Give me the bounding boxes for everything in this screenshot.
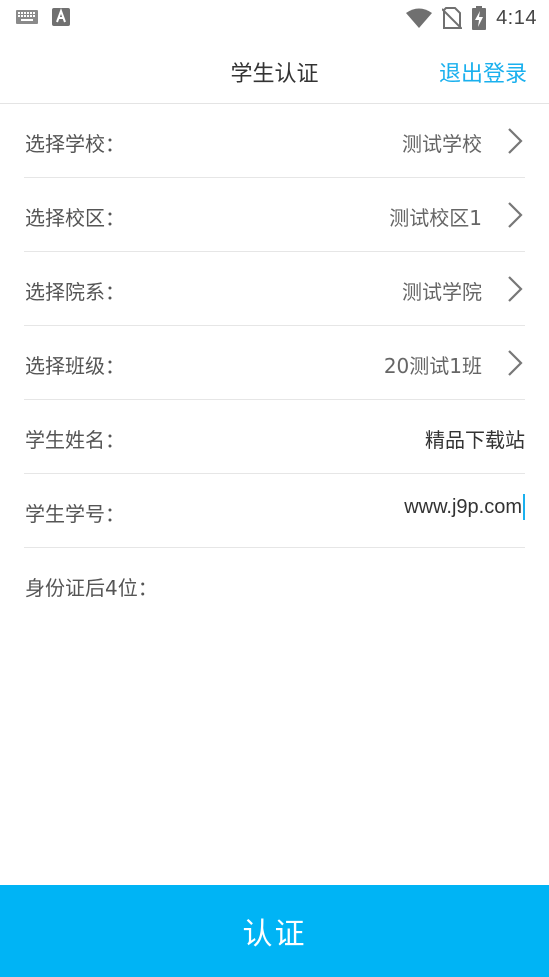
header: 学生认证 退出登录 bbox=[0, 38, 549, 104]
chevron-right-icon bbox=[508, 128, 523, 154]
row-label: 学生学号： bbox=[25, 502, 125, 526]
verification-form: 选择学校： 测试学校 选择校区： 测试校区1 选择院系： 测试学院 选择班级： … bbox=[24, 104, 525, 621]
student-id-input[interactable]: www.j9p.com bbox=[404, 494, 525, 520]
no-sim-icon bbox=[442, 7, 463, 29]
status-right-icons: 4:14 bbox=[406, 6, 537, 30]
row-label: 身份证后4位： bbox=[25, 576, 158, 600]
wifi-icon bbox=[406, 8, 433, 28]
id-last4-row: 身份证后4位： bbox=[24, 548, 525, 621]
department-value: 测试学院 bbox=[402, 280, 482, 304]
row-label: 学生姓名： bbox=[25, 428, 125, 452]
chevron-right-icon bbox=[508, 350, 523, 376]
row-label: 选择院系： bbox=[25, 280, 125, 304]
select-campus-row[interactable]: 选择校区： 测试校区1 bbox=[24, 178, 525, 252]
school-value: 测试学校 bbox=[402, 132, 482, 156]
battery-charging-icon bbox=[472, 6, 487, 30]
keyboard-icon bbox=[16, 10, 38, 24]
student-id-text: www.j9p.com bbox=[404, 495, 522, 518]
verify-button[interactable]: 认证 bbox=[0, 885, 549, 977]
row-label: 选择班级： bbox=[25, 354, 125, 378]
status-left-icons bbox=[16, 8, 70, 26]
logout-button[interactable]: 退出登录 bbox=[439, 56, 527, 88]
student-name-row: 学生姓名： 精品下载站 bbox=[24, 400, 525, 474]
student-name-input[interactable]: 精品下载站 bbox=[425, 424, 525, 453]
select-class-row[interactable]: 选择班级： 20测试1班 bbox=[24, 326, 525, 400]
select-department-row[interactable]: 选择院系： 测试学院 bbox=[24, 252, 525, 326]
app-a-icon bbox=[52, 8, 70, 26]
class-value: 20测试1班 bbox=[383, 354, 482, 378]
row-label: 选择学校： bbox=[25, 132, 125, 156]
student-id-row: 学生学号： www.j9p.com bbox=[24, 474, 525, 548]
select-school-row[interactable]: 选择学校： 测试学校 bbox=[24, 104, 525, 178]
chevron-right-icon bbox=[508, 276, 523, 302]
row-label: 选择校区： bbox=[25, 206, 125, 230]
campus-value: 测试校区1 bbox=[389, 206, 482, 230]
status-bar: 4:14 bbox=[0, 0, 549, 38]
status-time: 4:14 bbox=[496, 6, 537, 29]
text-cursor bbox=[523, 494, 525, 520]
chevron-right-icon bbox=[508, 202, 523, 228]
